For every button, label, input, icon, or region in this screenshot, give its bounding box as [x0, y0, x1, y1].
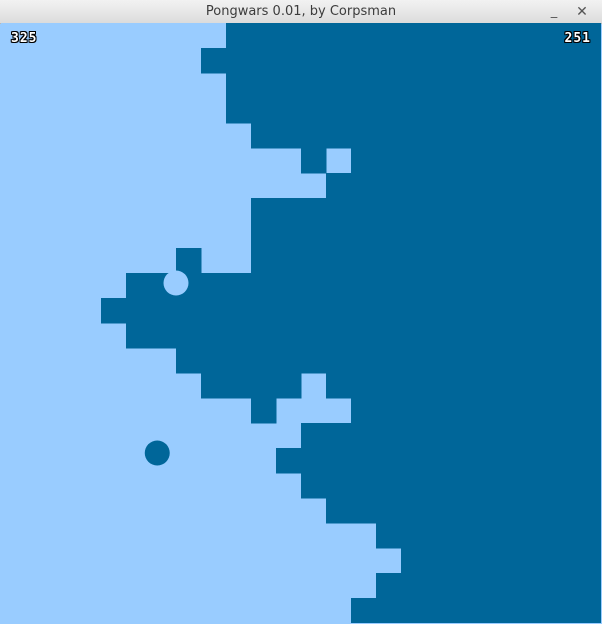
dark-territory-cell	[251, 248, 601, 274]
dark-territory-cell	[226, 23, 601, 49]
dark-territory-cell	[376, 573, 601, 599]
game-window: Pongwars 0.01, by Corpsman _ ✕ 325 251	[0, 0, 602, 624]
minimize-button[interactable]: _	[543, 0, 565, 24]
dark-territory-cell	[251, 223, 601, 249]
dark-territory-cell	[351, 598, 601, 623]
dark-territory-cell	[176, 248, 202, 274]
dark-territory-cell	[401, 548, 601, 574]
dark-territory-cell	[201, 373, 302, 399]
dark-territory-cell	[376, 523, 601, 549]
game-grid	[1, 23, 601, 623]
dark-territory-cell	[126, 273, 601, 299]
dark-territory-cell	[351, 398, 601, 424]
dark-territory-cell	[326, 373, 601, 399]
title-bar[interactable]: Pongwars 0.01, by Corpsman _ ✕	[0, 0, 602, 24]
light-score: 325	[11, 31, 38, 46]
window-title: Pongwars 0.01, by Corpsman	[205, 4, 397, 19]
dark-territory-cell	[251, 123, 601, 149]
dark-territory-cell	[301, 473, 601, 499]
dark-territory-cell	[226, 98, 601, 124]
dark-territory-cell	[251, 398, 277, 424]
dark-territory-cell	[351, 148, 601, 174]
dark-score: 251	[564, 31, 591, 46]
dark-territory-cell	[301, 148, 327, 174]
dark-territory-cell	[226, 73, 601, 99]
dark-territory-cell	[101, 298, 601, 324]
dark-territory-cell	[326, 498, 601, 524]
game-board: 325 251	[1, 23, 601, 623]
dark-territory-cell	[201, 48, 601, 74]
close-button[interactable]: ✕	[571, 0, 593, 24]
dark-ball	[144, 440, 170, 466]
dark-territory-cell	[301, 423, 601, 449]
dark-territory-cell	[276, 448, 601, 474]
dark-territory-cell	[326, 173, 601, 199]
dark-territory-cell	[126, 323, 601, 349]
dark-territory-cell	[251, 198, 601, 224]
dark-territory-cell	[176, 348, 601, 374]
light-ball	[163, 270, 189, 296]
